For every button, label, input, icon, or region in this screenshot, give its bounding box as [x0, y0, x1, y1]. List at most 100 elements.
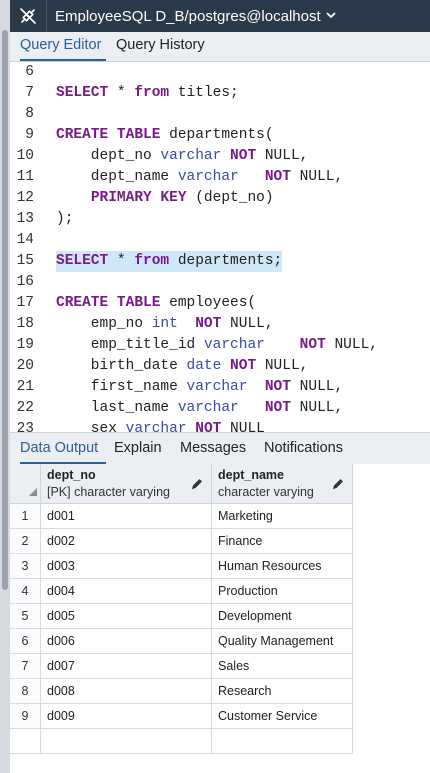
- code-text[interactable]: CREATE TABLE departments(: [56, 125, 274, 146]
- row-number[interactable]: 1: [10, 504, 41, 529]
- table-row[interactable]: 7 d007 Sales: [10, 654, 353, 679]
- code-line[interactable]: 23 sex varchar NOT NULL: [10, 419, 430, 432]
- tab-explain[interactable]: Explain: [114, 433, 172, 464]
- code-text[interactable]: dept_name varchar NOT NULL,: [56, 167, 343, 188]
- tab-notifications[interactable]: Notifications: [264, 433, 364, 464]
- code-line[interactable]: 17 CREATE TABLE employees(: [10, 293, 430, 314]
- column-header-dept-no[interactable]: dept_no [PK] character varying: [41, 464, 212, 504]
- code-line[interactable]: 14: [10, 230, 430, 251]
- cell-dept-no[interactable]: d002: [41, 529, 212, 554]
- cell-dept-no[interactable]: d009: [41, 704, 212, 729]
- code-text[interactable]: emp_no int NOT NULL,: [56, 314, 274, 335]
- code-text[interactable]: emp_title_id varchar NOT NULL,: [56, 335, 378, 356]
- code-text[interactable]: );: [56, 209, 73, 230]
- cell-dept-no[interactable]: d008: [41, 679, 212, 704]
- row-number[interactable]: 4: [10, 579, 41, 604]
- select-all-icon[interactable]: [29, 488, 37, 496]
- table-row[interactable]: 6 d006 Quality Management: [10, 629, 353, 654]
- table-row[interactable]: 9 d009 Customer Service: [10, 704, 353, 729]
- table-row[interactable]: 4 d004 Production: [10, 579, 353, 604]
- cell-dept-name[interactable]: Production: [212, 579, 353, 604]
- cell-dept-name[interactable]: Sales: [212, 654, 353, 679]
- cell-dept-name[interactable]: Research: [212, 679, 353, 704]
- code-line[interactable]: 11 dept_name varchar NOT NULL,: [10, 167, 430, 188]
- table-row[interactable]: 1 d001 Marketing: [10, 504, 353, 529]
- pencil-icon[interactable]: [190, 477, 204, 491]
- empty-cell[interactable]: [10, 729, 41, 754]
- data-output-grid[interactable]: dept_no [PK] character varying dept_name…: [10, 464, 430, 773]
- code-line[interactable]: 18 emp_no int NOT NULL,: [10, 314, 430, 335]
- sql-text: employees(: [160, 295, 257, 311]
- code-text[interactable]: birth_date date NOT NULL,: [56, 356, 309, 377]
- code-text[interactable]: sex varchar NOT NULL: [56, 419, 265, 432]
- cell-dept-no[interactable]: d006: [41, 629, 212, 654]
- cell-dept-name[interactable]: Marketing: [212, 504, 353, 529]
- left-scrollbar-thumb[interactable]: [2, 30, 8, 590]
- sql-text: dept_name: [56, 169, 178, 185]
- sql-keyword: SELECT: [56, 85, 109, 101]
- tab-messages[interactable]: Messages: [180, 433, 256, 464]
- column-header-dept-name[interactable]: dept_name character varying: [212, 464, 353, 504]
- code-line[interactable]: 9 CREATE TABLE departments(: [10, 125, 430, 146]
- code-line[interactable]: 19 emp_title_id varchar NOT NULL,: [10, 335, 430, 356]
- tab-query-editor[interactable]: Query Editor: [20, 32, 106, 61]
- table-row[interactable]: 8 d008 Research: [10, 679, 353, 704]
- cell-dept-no[interactable]: d001: [41, 504, 212, 529]
- tab-query-history[interactable]: Query History: [116, 32, 216, 61]
- chevron-down-icon[interactable]: [326, 10, 336, 22]
- code-text[interactable]: PRIMARY KEY (dept_no): [56, 188, 274, 209]
- cell-dept-no[interactable]: d007: [41, 654, 212, 679]
- code-text[interactable]: CREATE TABLE employees(: [56, 293, 256, 314]
- empty-cell[interactable]: [41, 729, 212, 754]
- connection-titlebar: EmployeeSQL D_B/postgres@localhost: [10, 0, 430, 32]
- empty-row[interactable]: [10, 729, 353, 754]
- row-number[interactable]: 9: [10, 704, 41, 729]
- cell-dept-no[interactable]: d004: [41, 579, 212, 604]
- row-number[interactable]: 7: [10, 654, 41, 679]
- sql-text: NULL: [221, 421, 265, 432]
- row-number[interactable]: 6: [10, 629, 41, 654]
- line-number: 11: [16, 169, 34, 185]
- disconnected-plug-icon[interactable]: [10, 0, 47, 32]
- code-line[interactable]: 15 SELECT * from departments;: [10, 251, 430, 272]
- code-line[interactable]: 8: [10, 104, 430, 125]
- code-line[interactable]: 12 PRIMARY KEY (dept_no): [10, 188, 430, 209]
- cell-dept-no[interactable]: d005: [41, 604, 212, 629]
- empty-cell[interactable]: [212, 729, 353, 754]
- row-number[interactable]: 8: [10, 679, 41, 704]
- cell-dept-name[interactable]: Finance: [212, 529, 353, 554]
- table-row[interactable]: 2 d002 Finance: [10, 529, 353, 554]
- code-line[interactable]: 21 first_name varchar NOT NULL,: [10, 377, 430, 398]
- row-number-header[interactable]: [10, 464, 41, 504]
- code-line[interactable]: 16: [10, 272, 430, 293]
- code-line[interactable]: 20 birth_date date NOT NULL,: [10, 356, 430, 377]
- cell-dept-name[interactable]: Quality Management: [212, 629, 353, 654]
- code-line[interactable]: 7 SELECT * from titles;: [10, 83, 430, 104]
- code-text[interactable]: first_name varchar NOT NULL,: [56, 377, 343, 398]
- connection-title[interactable]: EmployeeSQL D_B/postgres@localhost: [55, 8, 321, 25]
- row-number[interactable]: 5: [10, 604, 41, 629]
- row-number[interactable]: 3: [10, 554, 41, 579]
- code-line[interactable]: 10 dept_no varchar NOT NULL,: [10, 146, 430, 167]
- row-number[interactable]: 2: [10, 529, 41, 554]
- code-text[interactable]: dept_no varchar NOT NULL,: [56, 146, 309, 167]
- code-line[interactable]: 13);: [10, 209, 430, 230]
- line-number: 8: [25, 106, 34, 122]
- code-line[interactable]: 22 last_name varchar NOT NULL,: [10, 398, 430, 419]
- table-row[interactable]: 3 d003 Human Resources: [10, 554, 353, 579]
- code-line[interactable]: 6: [10, 62, 430, 83]
- table-row[interactable]: 5 d005 Development: [10, 604, 353, 629]
- code-text[interactable]: SELECT * from titles;: [56, 83, 239, 104]
- code-text[interactable]: last_name varchar NOT NULL,: [56, 398, 343, 419]
- cell-dept-name[interactable]: Human Resources: [212, 554, 353, 579]
- tab-data-output[interactable]: Data Output: [20, 433, 106, 464]
- pencil-icon[interactable]: [331, 477, 345, 491]
- code-text[interactable]: SELECT * from departments;: [56, 251, 283, 272]
- cell-dept-name[interactable]: Development: [212, 604, 353, 629]
- sql-keyword: CREATE TABLE: [56, 127, 161, 143]
- cell-dept-no[interactable]: d003: [41, 554, 212, 579]
- cell-dept-name[interactable]: Customer Service: [212, 704, 353, 729]
- sql-editor[interactable]: 6 7 SELECT * from titles; 8 9 CREATE TABLE de…: [10, 62, 430, 432]
- left-scrollbar[interactable]: [0, 0, 10, 773]
